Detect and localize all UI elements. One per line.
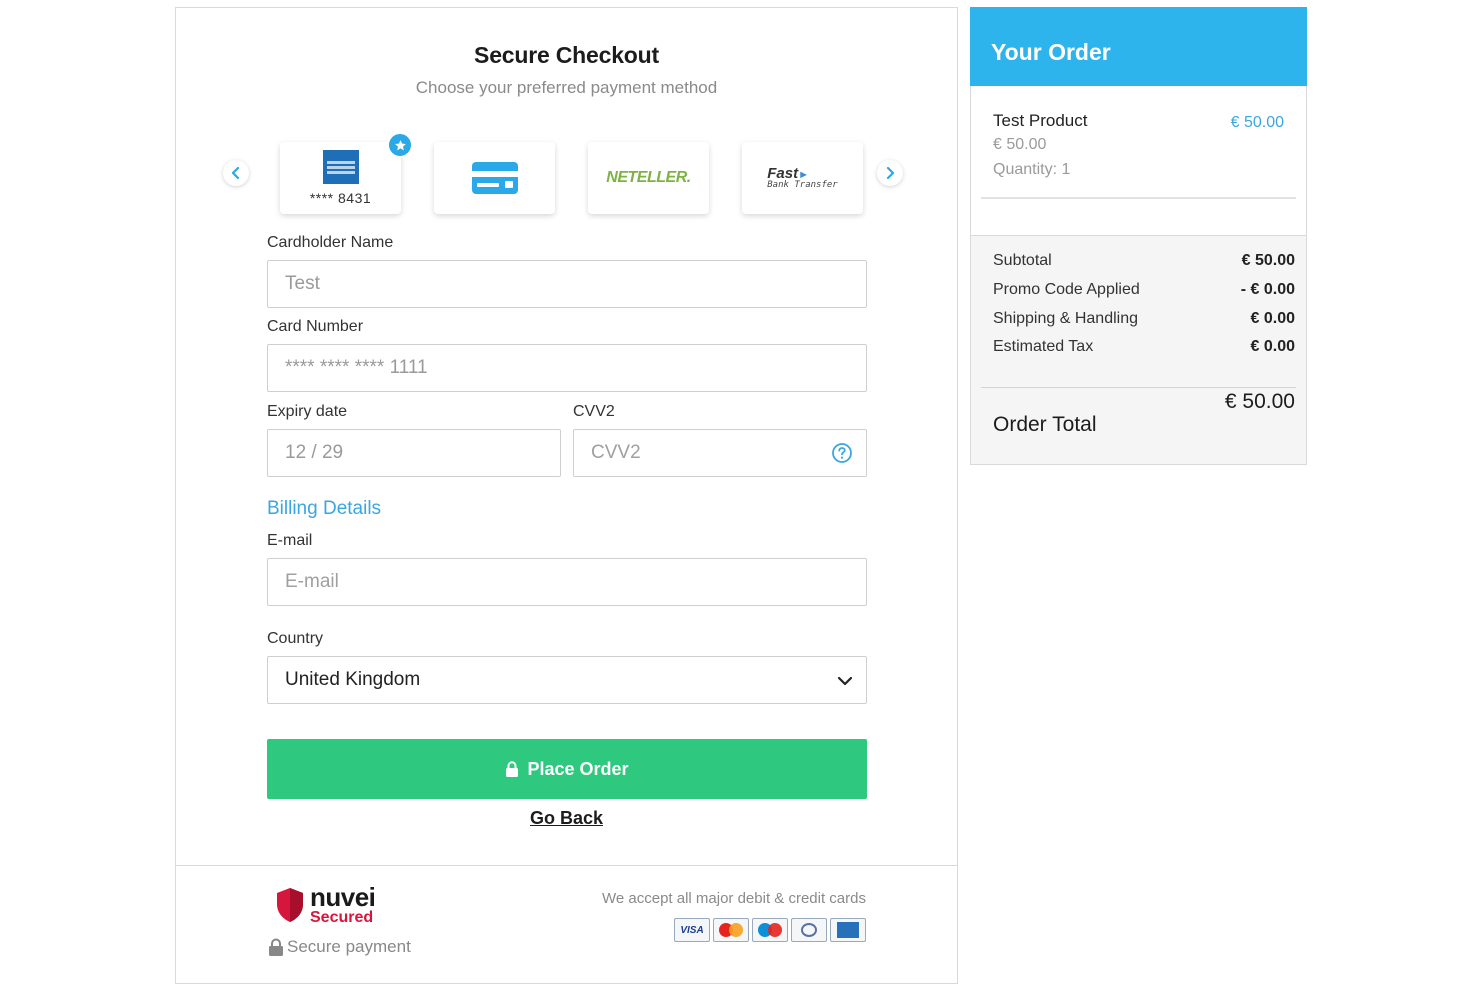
chevron-left-icon: [231, 167, 240, 179]
help-circle-icon[interactable]: [831, 442, 853, 464]
card-number-value: **** **** **** 1111: [285, 357, 428, 378]
email-input[interactable]: [267, 558, 867, 606]
tax-value: € 0.00: [1250, 338, 1295, 355]
divider: [981, 197, 1296, 199]
fast-bank-transfer-logo: Fast► Bank Transfer: [767, 165, 838, 190]
product-unit-price: € 50.00: [993, 136, 1047, 153]
cardholder-name-value: Test: [285, 273, 320, 294]
shipping-label: Shipping & Handling: [993, 310, 1138, 327]
secure-payment-text: Secure payment: [287, 937, 411, 956]
secure-payment-note: Secure payment: [268, 937, 411, 957]
product-quantity: Quantity: 1: [993, 161, 1071, 178]
order-totals: Subtotal € 50.00 Promo Code Applied - € …: [971, 235, 1306, 464]
chevron-down-icon: [837, 676, 853, 686]
payment-method-amex[interactable]: **** 8431: [280, 132, 413, 214]
card-number-input[interactable]: **** **** **** 1111: [267, 344, 867, 392]
fast-logo-subtext: Bank Transfer: [767, 180, 838, 190]
order-title: Your Order: [970, 7, 1307, 86]
promo-label: Promo Code Applied: [993, 281, 1140, 298]
expiry-date-value: 12 / 29: [285, 442, 344, 463]
go-back-link[interactable]: Go Back: [176, 808, 957, 829]
cvv-label: CVV2: [573, 403, 615, 420]
payment-method-neteller[interactable]: NETELLER.: [588, 142, 709, 214]
order-total-label: Order Total: [993, 413, 1097, 436]
checkout-footer: nuvei Secured Secure payment We accept a…: [176, 865, 957, 983]
cardholder-name-input[interactable]: Test: [267, 260, 867, 308]
promo-value: - € 0.00: [1240, 281, 1295, 298]
order-total-value: € 50.00: [1224, 390, 1295, 413]
tax-label: Estimated Tax: [993, 338, 1094, 355]
nuvei-secured-logo: nuvei Secured: [275, 882, 376, 926]
subtotal-value: € 50.00: [1241, 252, 1295, 269]
neteller-logo: NETELLER.: [606, 169, 691, 186]
page-title: Secure Checkout: [474, 42, 659, 68]
product-price: € 50.00: [1230, 114, 1284, 131]
amex-logo-icon: [830, 918, 866, 942]
cardholder-name-label: Cardholder Name: [267, 234, 394, 251]
expiry-date-input[interactable]: 12 / 29: [267, 429, 561, 477]
card-number-label: Card Number: [267, 318, 364, 335]
payment-methods-prev-button[interactable]: [223, 160, 249, 186]
maestro-logo-icon: [752, 918, 788, 942]
promo-row: Promo Code Applied - € 0.00: [993, 281, 1295, 299]
lock-icon: [506, 761, 519, 777]
credit-card-icon: [471, 162, 518, 194]
star-icon: [387, 132, 413, 158]
payment-method-credit-card[interactable]: [434, 142, 555, 214]
place-order-label: Place Order: [527, 758, 629, 779]
subtotal-label: Subtotal: [993, 252, 1052, 269]
visa-logo-icon: VISA: [674, 918, 710, 942]
page-subtitle: Choose your preferred payment method: [415, 78, 718, 97]
billing-details-heading: Billing Details: [267, 498, 382, 519]
shield-icon: [277, 888, 303, 922]
tax-row: Estimated Tax € 0.00: [993, 338, 1295, 356]
email-label: E-mail: [267, 532, 313, 549]
country-select[interactable]: United Kingdom: [267, 656, 867, 704]
subtotal-row: Subtotal € 50.00: [993, 252, 1295, 270]
place-order-button[interactable]: Place Order: [267, 739, 867, 799]
amex-masked-number: **** 8431: [309, 190, 372, 206]
country-selected-value: United Kingdom: [285, 669, 421, 690]
expiry-date-label: Expiry date: [267, 403, 348, 420]
product-name: Test Product: [993, 111, 1088, 130]
amex-card-icon: [322, 150, 359, 184]
country-label: Country: [267, 630, 324, 647]
lock-icon: [269, 938, 283, 956]
accepted-card-logos: VISA: [674, 918, 866, 942]
nuvei-brand-name: nuvei: [310, 882, 376, 912]
accepted-cards-text: We accept all major debit & credit cards: [601, 890, 866, 907]
diners-club-logo-icon: [791, 918, 827, 942]
nuvei-secured-tag: Secured: [310, 909, 374, 926]
payment-methods-next-button[interactable]: [877, 160, 903, 186]
shipping-value: € 0.00: [1250, 310, 1295, 327]
chevron-right-icon: [886, 167, 895, 179]
divider: [981, 387, 1296, 388]
order-summary-panel: Your Order Test Product € 50.00 € 50.00 …: [970, 7, 1307, 465]
mastercard-logo-icon: [713, 918, 749, 942]
checkout-panel: Secure Checkout Choose your preferred pa…: [175, 7, 958, 984]
shipping-row: Shipping & Handling € 0.00: [993, 310, 1295, 328]
payment-method-fast-bank-transfer[interactable]: Fast► Bank Transfer: [742, 142, 863, 214]
cvv-input[interactable]: [573, 429, 867, 477]
